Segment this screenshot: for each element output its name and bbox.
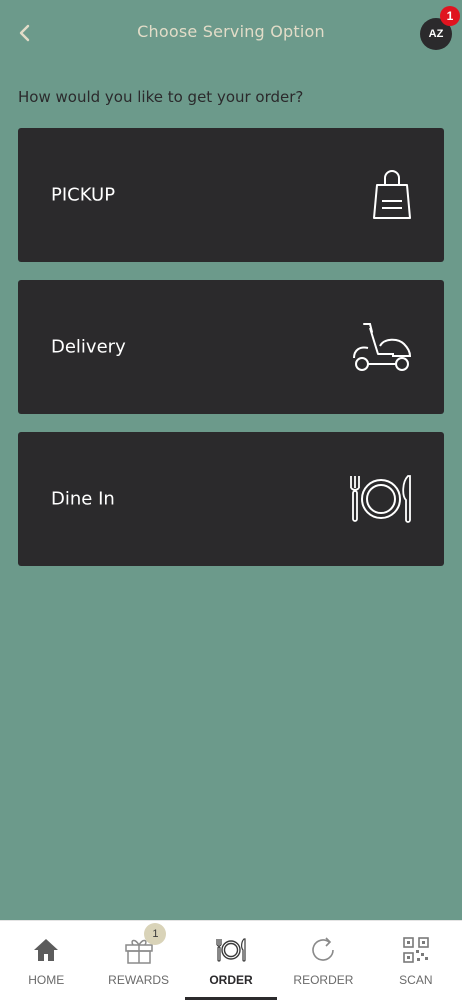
header: Choose Serving Option AZ 1: [0, 0, 462, 68]
serving-options: PICKUP Delivery Dine In: [18, 128, 444, 584]
scooter-icon: [344, 317, 414, 377]
nav-order[interactable]: ORDER: [185, 921, 278, 1000]
nav-order-label: ORDER: [209, 973, 253, 987]
dine-in-label: Dine In: [51, 488, 115, 510]
notification-badge: 1: [440, 6, 460, 26]
nav-reorder[interactable]: REORDER: [277, 921, 369, 1000]
nav-rewards-label: REWARDS: [108, 973, 170, 987]
pickup-option[interactable]: PICKUP: [18, 128, 444, 262]
fork-plate-knife-icon: [344, 469, 414, 529]
delivery-label: Delivery: [51, 336, 126, 358]
rewards-badge: 1: [144, 923, 167, 945]
nav-reorder-label: REORDER: [293, 973, 354, 987]
nav-home-label: HOME: [28, 973, 65, 987]
page-title: Choose Serving Option: [137, 22, 325, 41]
nav-scan[interactable]: SCAN: [370, 921, 462, 1000]
shopping-bag-icon: [344, 165, 414, 225]
serving-prompt: How would you like to get your order?: [18, 88, 304, 106]
delivery-option[interactable]: Delivery: [18, 280, 444, 414]
nav-scan-label: SCAN: [399, 973, 433, 987]
home-icon: [30, 935, 62, 965]
qr-code-icon: [400, 935, 432, 965]
bottom-navigation: HOME 1 REWARDS ORDER REORDER SCAN: [0, 920, 462, 1000]
nav-home[interactable]: HOME: [0, 921, 92, 1000]
nav-rewards[interactable]: 1 REWARDS: [92, 921, 184, 1000]
pickup-label: PICKUP: [51, 184, 116, 206]
reorder-icon: [307, 935, 339, 965]
dine-in-option[interactable]: Dine In: [18, 432, 444, 566]
dining-icon: [215, 935, 247, 965]
